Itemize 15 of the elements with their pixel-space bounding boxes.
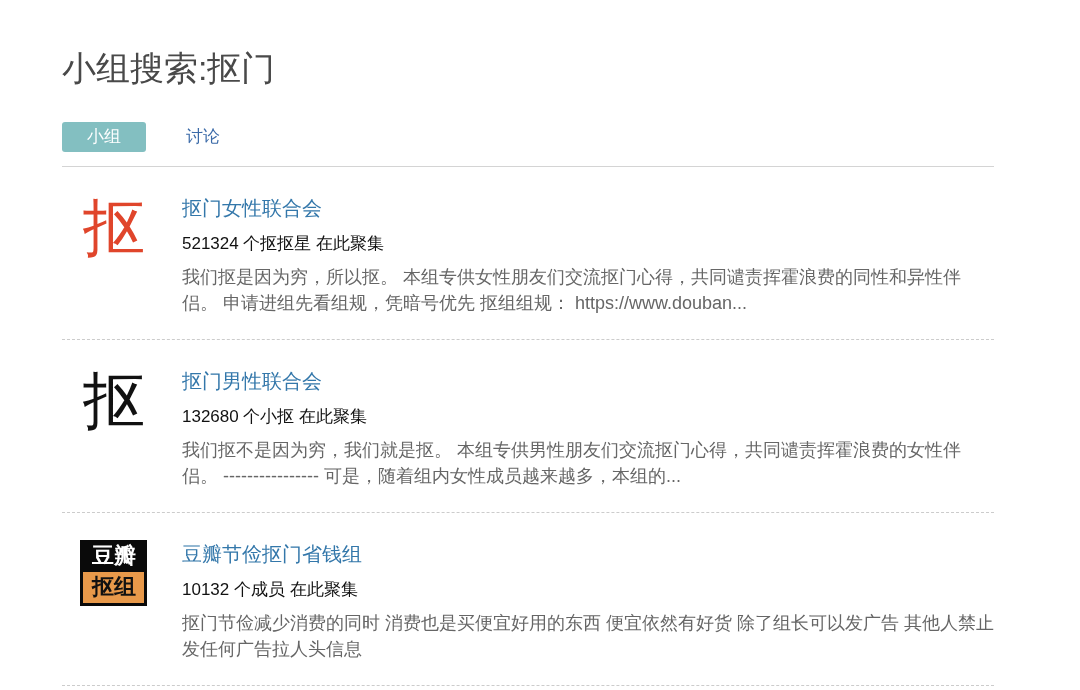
member-count: 132680 个小抠 在此聚集 <box>182 406 368 428</box>
group-title-link[interactable]: 豆瓣节俭抠门省钱组 <box>182 540 362 568</box>
page-title: 小组搜索:抠门 <box>62 48 276 89</box>
tab[interactable]: 讨论 <box>186 122 220 152</box>
member-count: 521324 个抠抠星 在此聚集 <box>182 233 385 255</box>
avatar-glyph: 抠 <box>82 367 146 435</box>
member-count: 10132 个成员 在此聚集 <box>182 579 358 601</box>
group-description: 我们抠不是因为穷，我们就是抠。 本组专供男性朋友们交流抠门心得，共同谴责挥霍浪费的女性伴侣。 ---------------- 可是，随着组内女性成员越来越多，本组的... <box>182 439 962 488</box>
group-description: 我们抠是因为穷，所以抠。 本组专供女性朋友们交流抠门心得，共同谴责挥霍浪费的同性和异性伴侣。 申请进组先看组规，凭暗号优先 抠组组规： https://www.douban... <box>182 266 962 315</box>
group-description: 抠门节俭减少消费的同时 消费也是买便宜好用的东西 便宜依然有好货 除了组长可以发广告 其他人禁止发任何广告拉人头信息 <box>182 612 994 661</box>
avatar-glyph: 抠 <box>82 194 146 262</box>
avatar-bottom-label: 抠组 <box>80 571 147 606</box>
avatar-top-label: 豆瓣 <box>80 540 147 572</box>
group-title-link[interactable]: 抠门男性联合会 <box>182 367 322 395</box>
group-title-link[interactable]: 抠门女性联合会 <box>182 194 322 222</box>
